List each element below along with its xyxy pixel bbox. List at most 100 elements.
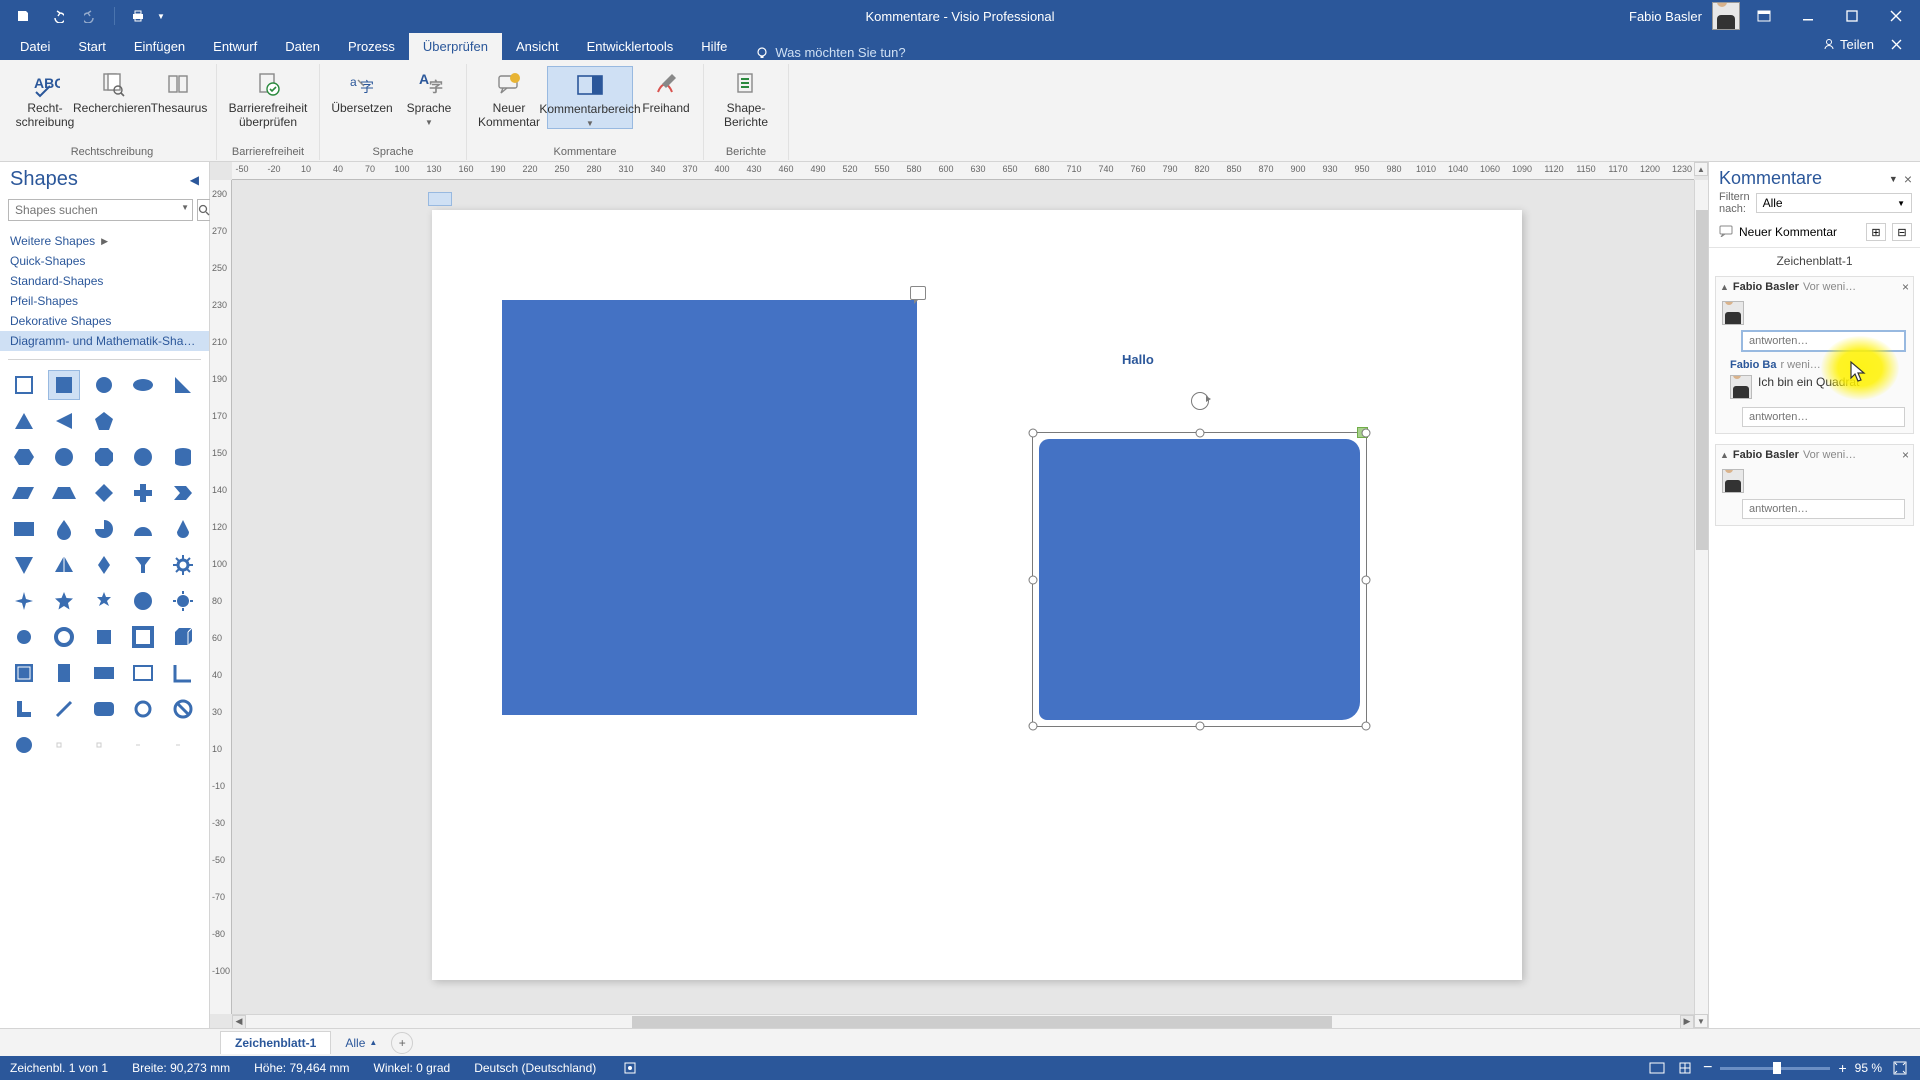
shape-octagon[interactable] xyxy=(88,442,120,472)
chevron-down-icon[interactable]: ▼ xyxy=(1889,174,1898,184)
shape-hexagon[interactable] xyxy=(8,442,40,472)
tab-start[interactable]: Start xyxy=(64,33,119,60)
shape-square-outline[interactable] xyxy=(8,370,40,400)
save-icon[interactable] xyxy=(8,2,38,30)
shape-berichte-button[interactable]: Shape- Berichte xyxy=(712,66,780,130)
close-ribbon-icon[interactable] xyxy=(1884,28,1908,60)
cat-diagramm-shapes[interactable]: Diagramm- und Mathematik-Sha… xyxy=(0,331,209,351)
shape-diag[interactable] xyxy=(48,694,80,724)
tab-entwurf[interactable]: Entwurf xyxy=(199,33,271,60)
comment-indicator-icon[interactable] xyxy=(910,286,926,300)
collapse-icon[interactable]: ▲ xyxy=(1720,450,1729,460)
shape-rounded[interactable] xyxy=(88,694,120,724)
freihand-button[interactable]: Freihand xyxy=(637,66,695,116)
ruler-corner-br[interactable]: ▼ xyxy=(1694,1014,1708,1028)
minimize-icon[interactable] xyxy=(1788,0,1828,32)
cat-standard-shapes[interactable]: Standard-Shapes xyxy=(0,271,209,291)
shape-rect-tall[interactable] xyxy=(48,658,80,688)
sheet-all-dropdown[interactable]: Alle▲ xyxy=(335,1032,387,1054)
shape-dash2[interactable] xyxy=(88,730,120,760)
shape-3d-triangle[interactable] xyxy=(48,550,80,580)
scroll-left-icon[interactable]: ◀ xyxy=(232,1015,246,1029)
handle-e[interactable] xyxy=(1362,575,1371,584)
new-comment-balloon-icon[interactable] xyxy=(1719,225,1733,240)
shape-L[interactable] xyxy=(8,694,40,724)
shapes-search-input[interactable] xyxy=(8,199,193,221)
collapse-shapes-icon[interactable]: ◀ xyxy=(190,173,199,187)
shape-rect-wide[interactable] xyxy=(88,658,120,688)
maximize-icon[interactable] xyxy=(1832,0,1872,32)
ribbon-options-icon[interactable] xyxy=(1744,0,1784,32)
comment-reply-item[interactable]: Fabio Ba r weni… Ich bin ein Quadrat xyxy=(1730,357,1909,401)
rotation-handle[interactable] xyxy=(1191,392,1209,410)
tab-ansicht[interactable]: Ansicht xyxy=(502,33,573,60)
presentation-mode-icon[interactable] xyxy=(1647,1059,1667,1077)
share-button[interactable]: Teilen xyxy=(1822,37,1874,52)
undo-icon[interactable] xyxy=(42,2,72,30)
shape-star6[interactable] xyxy=(88,586,120,616)
shape-square-sm[interactable] xyxy=(88,622,120,652)
shape-chevron[interactable] xyxy=(167,478,199,508)
barrierefreiheit-button[interactable]: Barrierefreiheit überprüfen xyxy=(225,66,311,130)
handle-ne[interactable] xyxy=(1362,429,1371,438)
shape-parallelogram[interactable] xyxy=(8,478,40,508)
handle-nw[interactable] xyxy=(1029,429,1038,438)
drawing-page[interactable]: Hallo xyxy=(432,210,1522,980)
kommentarbereich-button[interactable]: Kommentarbereich ▼ xyxy=(547,66,633,129)
shape-triangle-down[interactable] xyxy=(8,550,40,580)
shape-funnel[interactable] xyxy=(127,550,159,580)
shape-gear-icon[interactable] xyxy=(167,550,199,580)
chevron-down-icon[interactable]: ▼ xyxy=(181,203,189,212)
shape-square-selected[interactable] xyxy=(1039,439,1360,720)
shape-burst[interactable] xyxy=(167,586,199,616)
shape-cylinder[interactable] xyxy=(167,442,199,472)
scrollbar-v-thumb[interactable] xyxy=(1696,210,1708,550)
shape-triangle-left[interactable] xyxy=(48,406,80,436)
reply-input[interactable] xyxy=(1742,499,1905,519)
cat-weitere-shapes[interactable]: Weitere Shapes▶ xyxy=(0,231,209,251)
user-name[interactable]: Fabio Basler xyxy=(1629,9,1702,24)
filter-dropdown[interactable]: Alle ▼ xyxy=(1756,193,1912,213)
delete-comment-icon[interactable]: × xyxy=(1902,280,1909,294)
tab-daten[interactable]: Daten xyxy=(271,33,334,60)
shape-arc[interactable] xyxy=(127,514,159,544)
tab-datei[interactable]: Datei xyxy=(6,33,64,60)
shape-decagon[interactable] xyxy=(127,442,159,472)
cat-quick-shapes[interactable]: Quick-Shapes xyxy=(0,251,209,271)
shape-drop[interactable] xyxy=(48,514,80,544)
shape-trapezoid[interactable] xyxy=(48,478,80,508)
shape-dash4[interactable] xyxy=(167,730,199,760)
delete-comment-icon[interactable]: × xyxy=(1902,448,1909,462)
shape-donut[interactable] xyxy=(48,622,80,652)
shape-dash3[interactable] xyxy=(127,730,159,760)
ruler-corner-tr[interactable]: ▲ xyxy=(1694,162,1708,176)
shape-rectangle-1[interactable] xyxy=(502,300,917,715)
shape-circle2[interactable] xyxy=(8,730,40,760)
comment-item[interactable]: ▲ Fabio Basler Vor weni… × xyxy=(1715,444,1914,526)
zoom-level[interactable]: 95 % xyxy=(1855,1061,1882,1075)
macro-record-icon[interactable] xyxy=(620,1059,640,1077)
shape-no[interactable] xyxy=(167,694,199,724)
shape-circle-sm[interactable] xyxy=(8,622,40,652)
user-avatar[interactable] xyxy=(1712,2,1740,30)
shape-ring[interactable] xyxy=(127,694,159,724)
rechtschreibung-button[interactable]: ABC Recht- schreibung xyxy=(16,66,74,130)
shape-dash1[interactable] xyxy=(48,730,80,760)
handle-s[interactable] xyxy=(1195,722,1204,731)
shape-star4[interactable] xyxy=(8,586,40,616)
fit-window-icon[interactable] xyxy=(1890,1059,1910,1077)
expand-all-icon[interactable]: ⊞ xyxy=(1866,223,1886,241)
zoom-out-icon[interactable]: − xyxy=(1703,1059,1712,1077)
shape-triangle-up[interactable] xyxy=(8,406,40,436)
comment-item[interactable]: ▲ Fabio Basler Vor weni… × Fabio Ba r we… xyxy=(1715,276,1914,434)
tab-prozess[interactable]: Prozess xyxy=(334,33,409,60)
canvas-viewport[interactable]: Hallo xyxy=(232,180,1694,1014)
shape-frame[interactable] xyxy=(127,622,159,652)
scrollbar-vertical[interactable] xyxy=(1694,180,1708,1014)
status-language[interactable]: Deutsch (Deutschland) xyxy=(474,1061,596,1075)
cat-dekorative-shapes[interactable]: Dekorative Shapes xyxy=(0,311,209,331)
uebersetzen-button[interactable]: a字 Übersetzen xyxy=(328,66,396,116)
shape-rect-notch[interactable] xyxy=(8,514,40,544)
handle-sw[interactable] xyxy=(1029,722,1038,731)
sprache-button[interactable]: A字 Sprache ▼ xyxy=(400,66,458,127)
